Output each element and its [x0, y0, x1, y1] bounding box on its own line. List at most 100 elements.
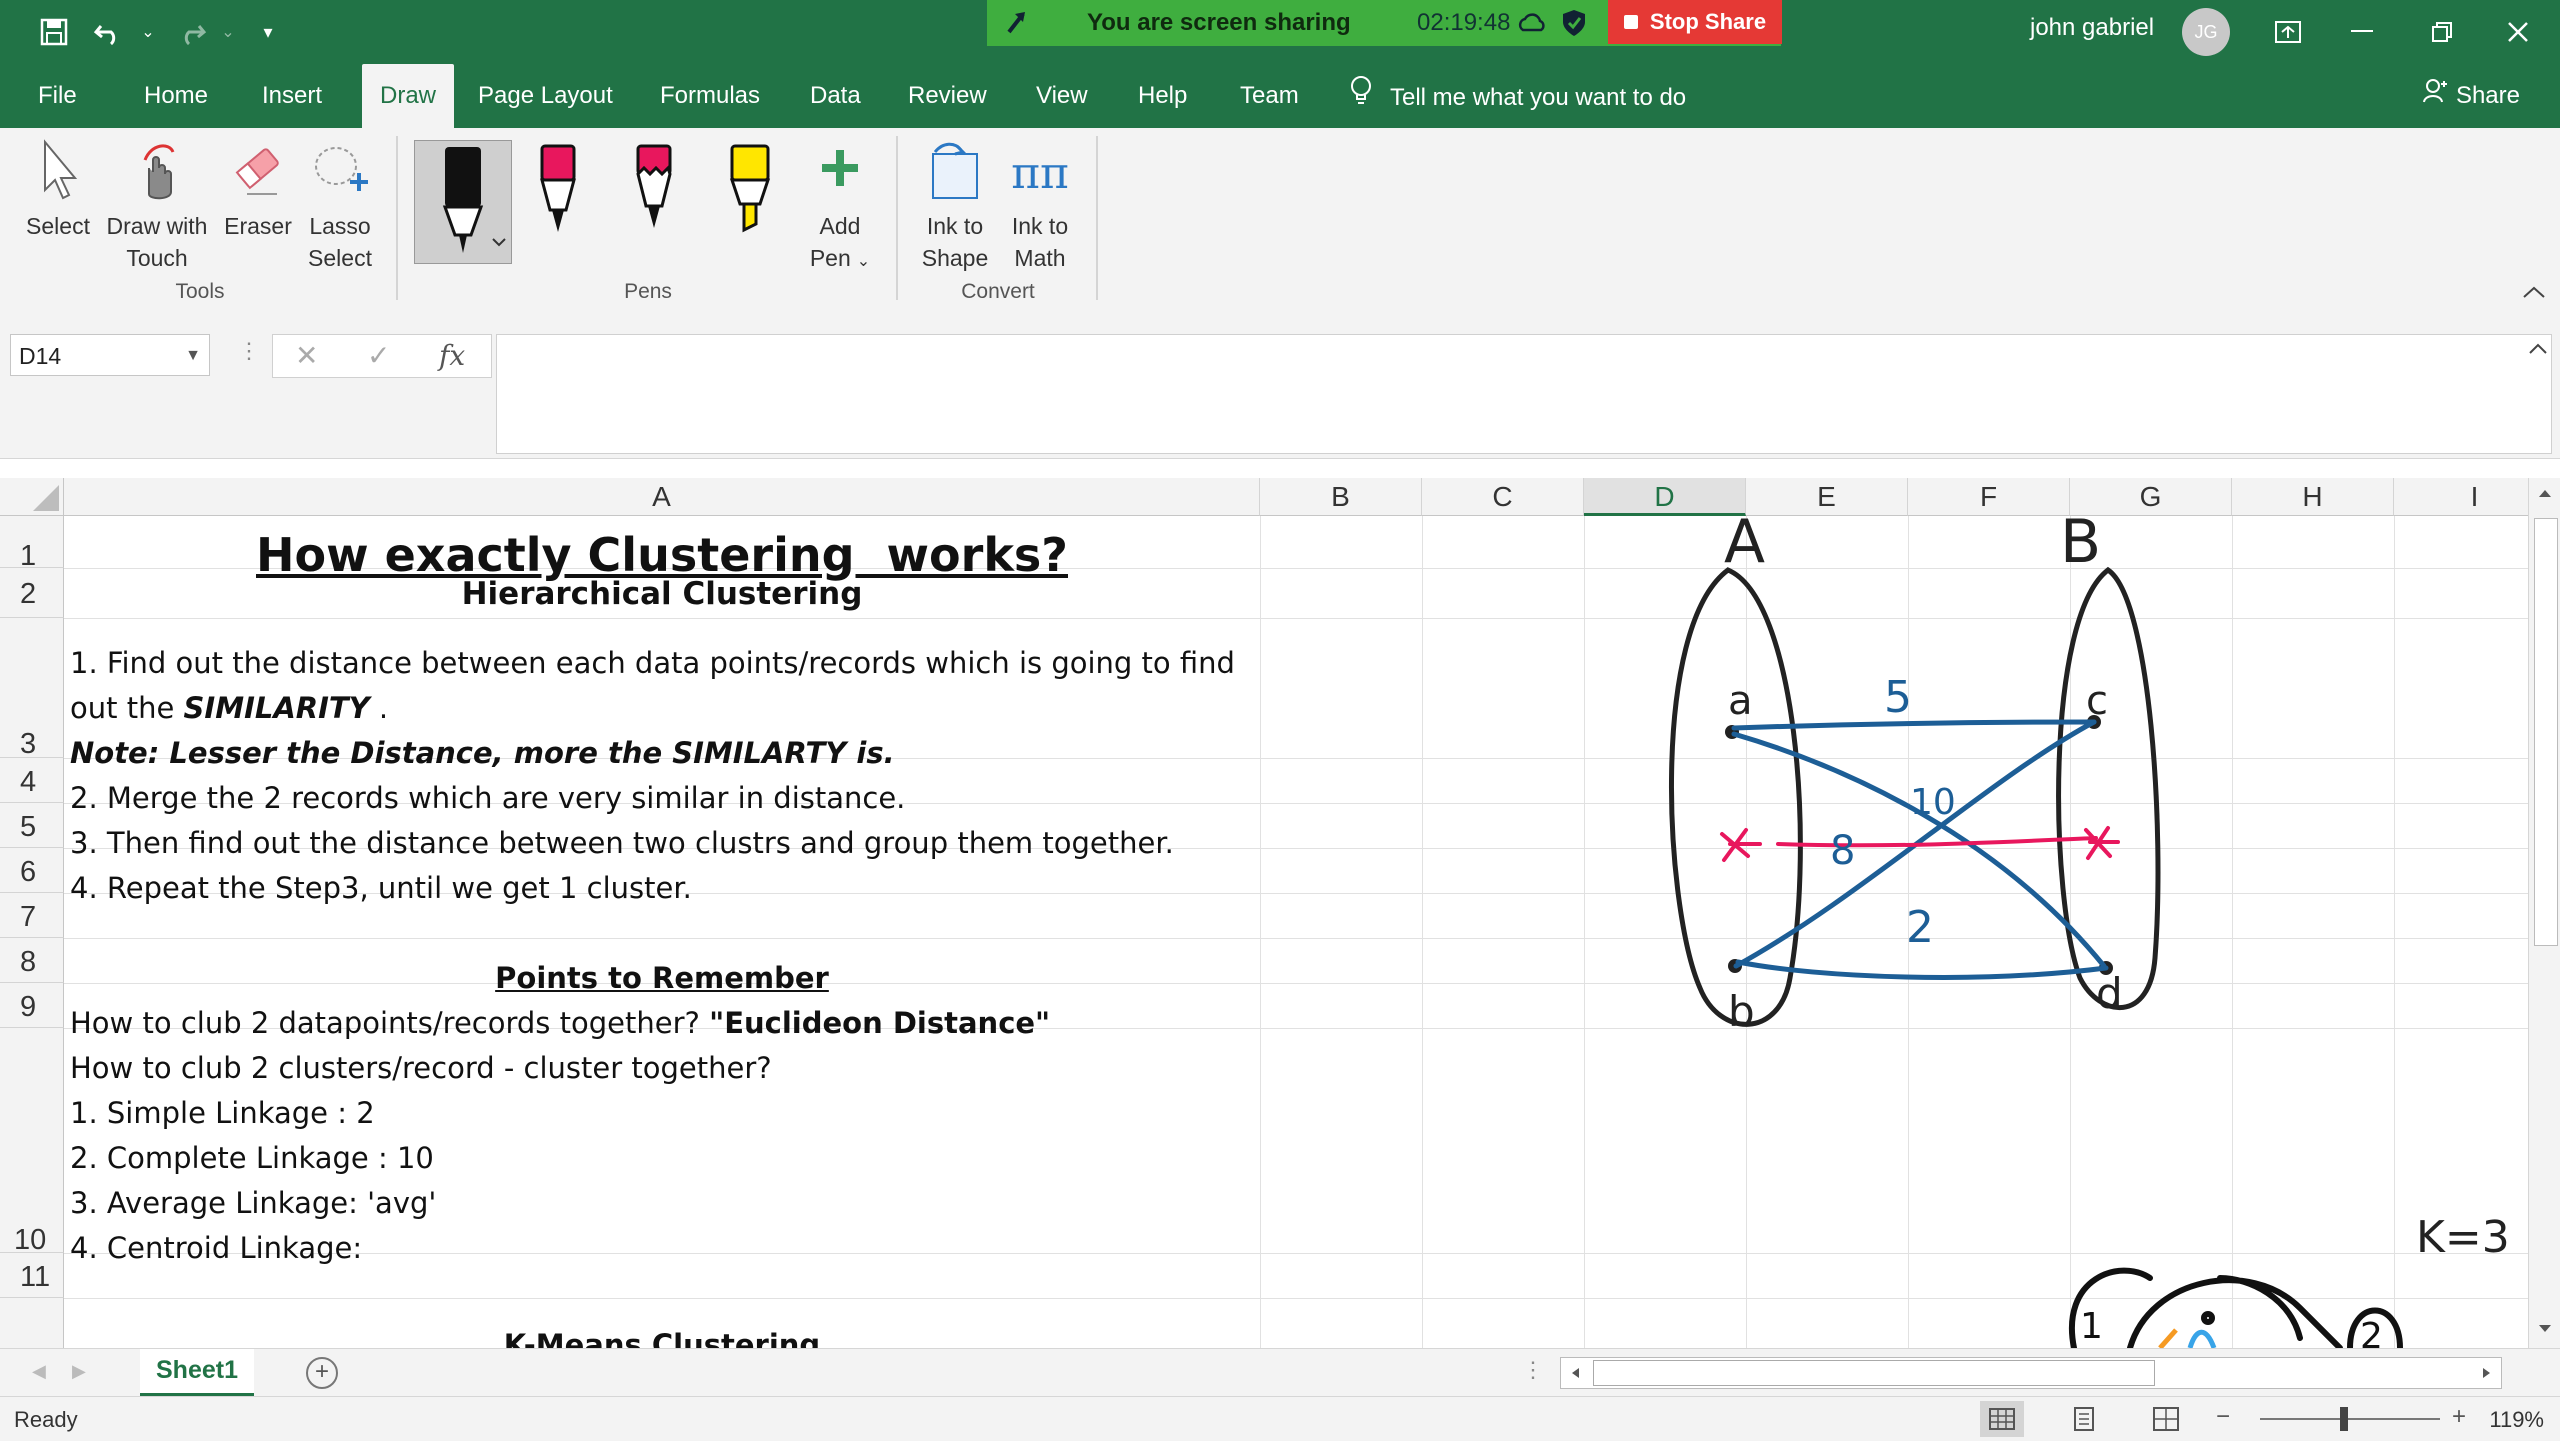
draw-with-touch-button[interactable]: Draw with Touch	[100, 138, 214, 274]
formula-input[interactable]	[496, 334, 2552, 454]
chevron-down-icon[interactable]: ▼	[185, 335, 201, 377]
lasso-select-button[interactable]: Lasso Select	[298, 138, 382, 274]
normal-view-button[interactable]	[1980, 1401, 2024, 1437]
stop-share-label: Stop Share	[1649, 9, 1767, 34]
sheet-tab-sheet1[interactable]: Sheet1	[140, 1349, 254, 1396]
avatar[interactable]: JG	[2182, 8, 2230, 56]
tab-page-layout[interactable]: Page Layout	[468, 64, 623, 128]
page-layout-view-button[interactable]	[2062, 1401, 2106, 1437]
cancel-icon[interactable]: ✕	[295, 339, 318, 372]
zoom-out-icon[interactable]: −	[2216, 1403, 2230, 1431]
tab-insert[interactable]: Insert	[252, 64, 332, 128]
cloud-icon	[1515, 10, 1549, 41]
scroll-down-icon[interactable]	[2537, 1322, 2553, 1340]
stop-share-button[interactable]: Stop Share	[1608, 0, 1782, 44]
ink-k-equals-3: K=3	[2416, 1212, 2510, 1263]
ink-to-shape-button[interactable]: Ink to Shape	[914, 138, 996, 274]
zoom-slider-thumb[interactable]	[2340, 1407, 2348, 1431]
vertical-scroll-thumb[interactable]	[2534, 518, 2558, 946]
pen-pink[interactable]	[510, 140, 606, 262]
restore-icon[interactable]	[2412, 8, 2472, 56]
zoom-in-icon[interactable]: +	[2452, 1403, 2466, 1431]
ink-label-b-cluster: B	[2060, 507, 2101, 577]
formula-bar-collapse-icon[interactable]	[2528, 342, 2548, 360]
minimize-icon[interactable]	[2332, 8, 2392, 56]
undo-icon[interactable]	[90, 14, 130, 50]
close-icon[interactable]	[2488, 8, 2548, 56]
ribbon-display-options-icon[interactable]	[2258, 8, 2318, 56]
name-box[interactable]: D14 ▼	[10, 334, 210, 376]
add-sheet-icon[interactable]: +	[306, 1357, 338, 1389]
stop-icon	[1623, 15, 1638, 29]
collapse-ribbon-icon[interactable]	[2522, 278, 2546, 306]
title-bar: ⌄ ⌄ ▾ You are screen sharing 02:19:48 St…	[0, 0, 2560, 64]
redo-dropdown-icon[interactable]: ⌄	[208, 14, 248, 50]
pen-pink-pencil[interactable]	[606, 140, 702, 262]
ribbon-separator	[1096, 136, 1098, 300]
ink-distance-5: 5	[1884, 672, 1912, 723]
tab-review[interactable]: Review	[898, 64, 997, 128]
save-icon[interactable]	[34, 14, 74, 50]
ink-line-ac	[1731, 719, 2097, 731]
formula-buttons: ✕ ✓ fx	[272, 334, 492, 378]
ink-distance-2: 2	[1906, 902, 1934, 953]
tab-home[interactable]: Home	[134, 64, 218, 128]
tab-split-grip-icon[interactable]: ⋮	[1522, 1357, 1544, 1383]
redo-icon[interactable]	[170, 14, 210, 50]
ribbon-tabs: File Home Insert Draw Page Layout Formul…	[0, 64, 2560, 128]
ink-point-b: b	[1728, 987, 1755, 1036]
ink-to-math-button[interactable]: ππ Ink to Math	[998, 138, 1082, 274]
horizontal-scroll-thumb[interactable]	[1593, 1360, 2155, 1386]
zoom-level[interactable]: 119%	[2489, 1407, 2544, 1433]
ink-point-a: a	[1728, 678, 1753, 724]
add-label: Add	[819, 213, 861, 239]
share-button[interactable]: Share	[2422, 64, 2520, 128]
pen-black[interactable]	[414, 140, 512, 264]
scroll-up-icon[interactable]	[2537, 486, 2553, 504]
lasso-icon	[298, 138, 382, 210]
ink-to-math-label-2: Math	[1014, 245, 1066, 271]
user-name[interactable]: john gabriel	[2030, 14, 2154, 42]
vertical-scrollbar[interactable]	[2528, 478, 2560, 1348]
tab-help[interactable]: Help	[1128, 64, 1197, 128]
tell-me-search[interactable]: Tell me what you want to do	[1350, 64, 1686, 128]
ink-point-d: d	[2096, 969, 2123, 1018]
sheet-next-icon[interactable]: ▶	[72, 1361, 86, 1382]
ink-centroid-x-left	[1720, 828, 1762, 862]
ink-drawing[interactable]: A B a b c d 5 10 8 2 K=3 1 2	[0, 478, 2528, 1348]
ink-to-shape-label-1: Ink to	[926, 213, 984, 239]
scroll-right-icon[interactable]	[2481, 1366, 2493, 1385]
tab-team[interactable]: Team	[1230, 64, 1309, 128]
enter-icon[interactable]: ✓	[367, 339, 390, 372]
worksheet-grid[interactable]: A B C D E F G H I 1 2 3 4 5 6 7 8 9 10 1…	[0, 478, 2528, 1348]
page-break-icon	[2153, 1407, 2179, 1431]
customize-toolbar-icon[interactable]: ▾	[248, 14, 288, 50]
ribbon-separator	[896, 136, 898, 300]
share-timer: 02:19:48	[1417, 9, 1511, 36]
undo-dropdown-icon[interactable]: ⌄	[128, 14, 168, 50]
tab-view[interactable]: View	[1026, 64, 1098, 128]
sheet-prev-icon[interactable]: ◀	[32, 1361, 46, 1382]
formula-bar-grip-icon[interactable]: ⋮	[238, 338, 260, 364]
tab-formulas[interactable]: Formulas	[650, 64, 770, 128]
eraser-button[interactable]: Eraser	[218, 138, 298, 242]
tab-file[interactable]: File	[28, 64, 87, 128]
zoom-slider[interactable]	[2260, 1418, 2440, 1420]
page-break-view-button[interactable]	[2144, 1401, 2188, 1437]
name-box-value: D14	[19, 343, 62, 369]
ink-centroid-marker	[2201, 1311, 2215, 1325]
ink-label-a-cluster: A	[1724, 507, 1765, 577]
insert-function-icon[interactable]: fx	[439, 339, 465, 372]
tell-me-label: Tell me what you want to do	[1390, 84, 1687, 111]
share-pin-icon	[1001, 8, 1031, 45]
pen-yellow-highlighter[interactable]	[702, 140, 798, 262]
pink-pencil-icon	[636, 144, 672, 228]
touch-hand-icon	[100, 138, 214, 210]
scroll-left-icon[interactable]	[1569, 1366, 1581, 1385]
select-tool-button[interactable]: Select	[18, 138, 98, 242]
tab-data[interactable]: Data	[800, 64, 871, 128]
horizontal-scrollbar[interactable]	[1560, 1357, 2502, 1389]
add-pen-button[interactable]: Add Pen ⌄	[800, 138, 880, 278]
tab-draw[interactable]: Draw	[362, 64, 455, 128]
formula-bar: D14 ▼ ⋮ ✕ ✓ fx	[0, 312, 2560, 459]
